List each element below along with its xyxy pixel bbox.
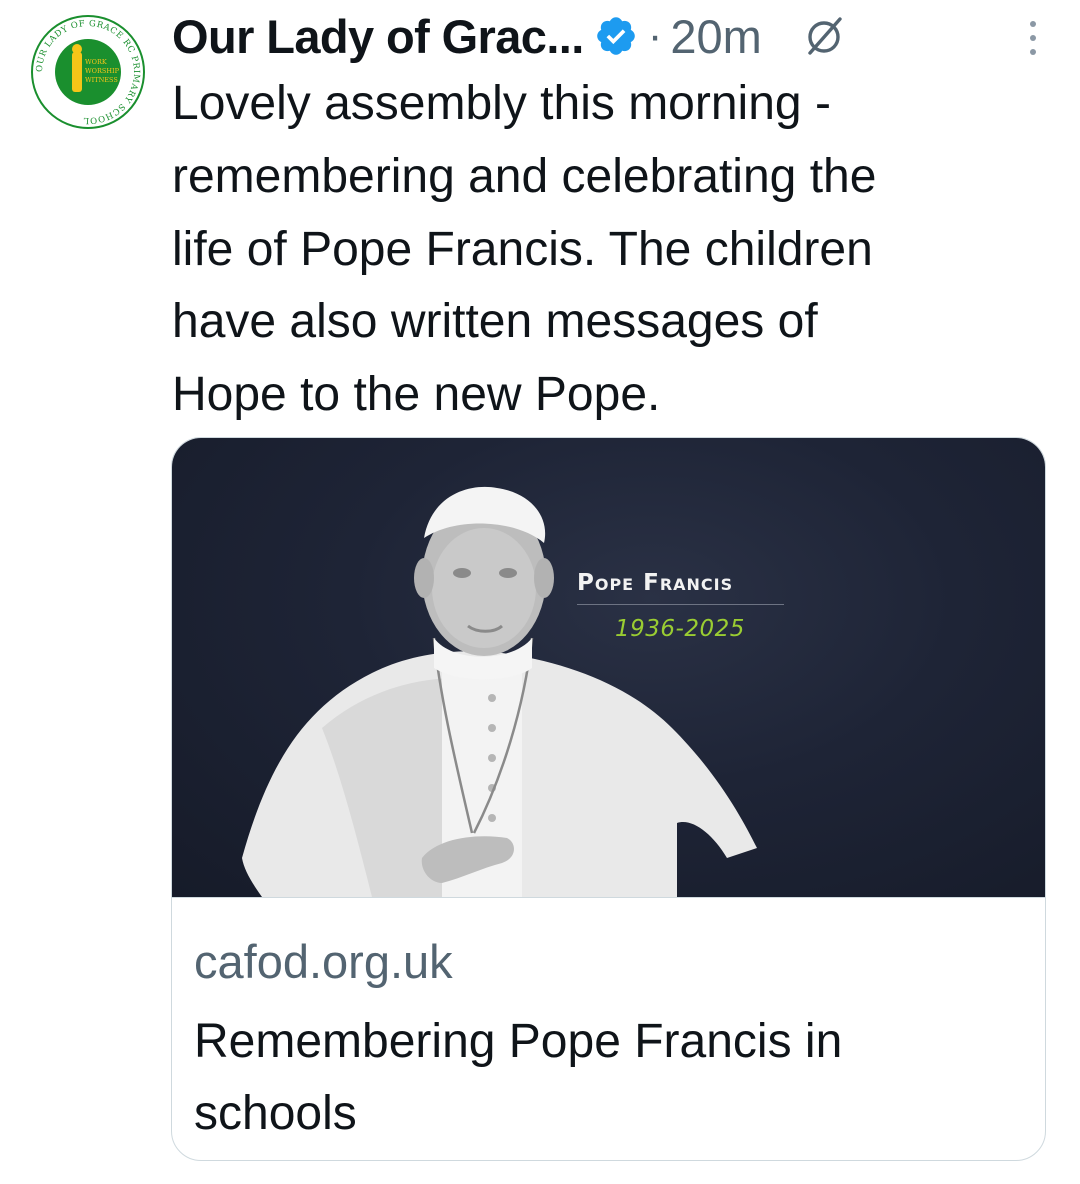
logo-motto-1: WORK (85, 58, 107, 66)
tweet-header: Our Lady of Grac... · 20m (172, 6, 1060, 66)
verified-badge-icon[interactable] (594, 14, 638, 58)
author-name[interactable]: Our Lady of Grac... (172, 9, 584, 64)
card-footer[interactable]: cafod.org.uk Remembering Pope Francis in… (172, 897, 1045, 1160)
logo-motto-2: WORSHIP (85, 67, 120, 75)
link-preview-card[interactable]: Pope Francis 1936-2025 cafod.org.uk Reme… (171, 437, 1046, 1161)
pope-portrait-image (242, 486, 757, 897)
school-logo-icon: OUR LADY OF GRACE RC PRIMARY SCHOOL WORK… (31, 15, 145, 129)
more-vertical-icon[interactable] (1026, 16, 1040, 60)
card-image[interactable]: Pope Francis 1936-2025 (172, 438, 1045, 897)
post-time[interactable]: 20m (670, 9, 761, 64)
card-domain[interactable]: cafod.org.uk (194, 934, 453, 989)
overlay-years: 1936-2025 (615, 616, 745, 642)
school-logo-avatar[interactable]: OUR LADY OF GRACE RC PRIMARY SCHOOL WORK… (30, 14, 146, 130)
separator-dot: · (647, 11, 663, 60)
grok-icon[interactable] (800, 11, 850, 61)
card-title[interactable]: Remembering Pope Francis in schools (194, 1006, 1014, 1150)
overlay-title: Pope Francis (577, 570, 784, 605)
logo-motto-3: WITNESS (85, 76, 118, 84)
tweet-text: Lovely assembly this morning - rememberi… (172, 77, 877, 422)
